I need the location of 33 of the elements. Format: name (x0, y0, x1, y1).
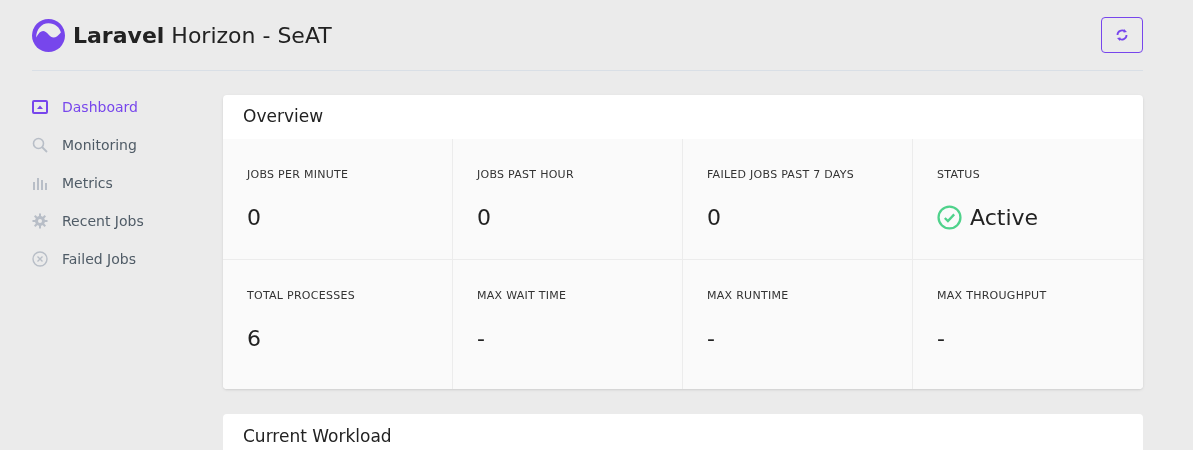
failed-icon (32, 251, 48, 267)
dashboard-icon (32, 99, 48, 115)
stat-label: FAILED JOBS PAST 7 DAYS (707, 167, 855, 183)
sidebar-item[interactable]: Recent Jobs (32, 210, 223, 232)
check-circle-icon (937, 204, 962, 230)
stat-value: 0 (247, 203, 261, 231)
refresh-icon (1116, 28, 1128, 42)
stat-label: TOTAL PROCESSES (247, 288, 356, 304)
sidebar-item[interactable]: Metrics (32, 172, 223, 194)
stat-label: MAX WAIT TIME (477, 288, 568, 304)
card-title: Current Workload (243, 426, 392, 446)
stat-label: JOBS PER MINUTE (247, 167, 350, 183)
stat-label: STATUS (937, 167, 981, 183)
stat-label: MAX RUNTIME (707, 288, 790, 304)
sidebar-item[interactable]: Dashboard (32, 96, 223, 118)
stat-value: - (477, 324, 485, 352)
stat-value: 0 (477, 203, 491, 231)
app-title: Laravel Horizon - SeAT (73, 21, 332, 50)
refresh-button[interactable] (1101, 17, 1143, 53)
search-icon (32, 137, 48, 153)
gear-icon (32, 213, 48, 229)
stat-value: Active (970, 203, 1039, 231)
sidebar-item[interactable]: Monitoring (32, 134, 223, 156)
stat-label: MAX THROUGHPUT (937, 288, 1048, 304)
sidebar-item[interactable]: Failed Jobs (32, 248, 223, 270)
stat-label: JOBS PAST HOUR (477, 167, 575, 183)
bar-chart-icon (32, 175, 48, 191)
stat-value: 6 (247, 324, 261, 352)
logo-icon (32, 18, 65, 52)
stat-value: 0 (707, 203, 721, 231)
card-title: Overview (243, 105, 324, 129)
stat-value: - (937, 324, 945, 352)
stat-value: - (707, 324, 715, 352)
